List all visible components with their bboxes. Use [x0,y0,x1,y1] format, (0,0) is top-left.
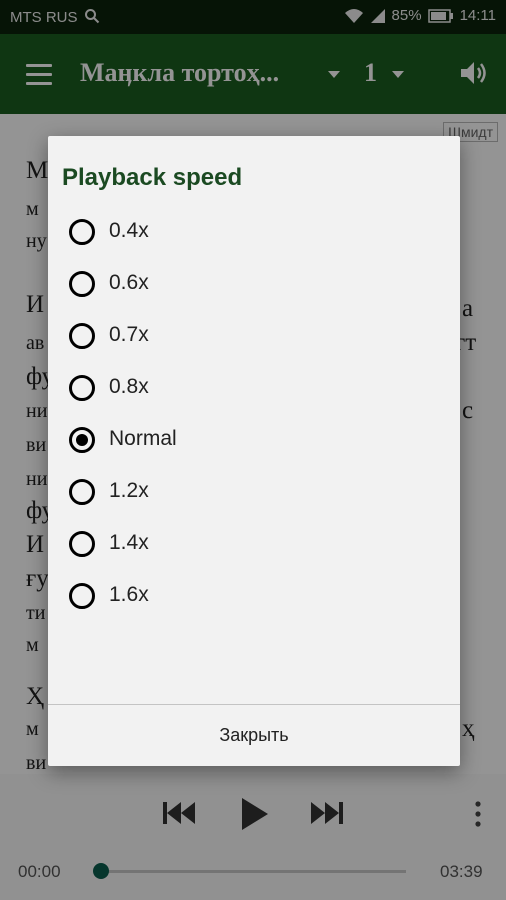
radio-checked-icon[interactable] [69,427,95,453]
radio-unchecked-icon[interactable] [69,531,95,557]
radio-unchecked-icon[interactable] [69,583,95,609]
speed-option-label: 0.7x [109,323,149,346]
radio-unchecked-icon[interactable] [69,271,95,297]
speed-option[interactable]: Normal [48,414,460,466]
speed-option-label: 0.6x [109,271,149,294]
close-button[interactable]: Закрыть [48,705,460,766]
speed-option[interactable]: 0.4x [48,206,460,258]
speed-option-label: Normal [109,427,177,450]
dialog-title: Playback speed [62,164,243,191]
speed-option[interactable]: 0.6x [48,258,460,310]
speed-option[interactable]: 0.8x [48,362,460,414]
speed-options: 0.4x 0.6x 0.7x 0.8x Normal 1.2x 1.4x 1.6x [48,206,460,622]
speed-option[interactable]: 1.2x [48,466,460,518]
speed-option-label: 1.2x [109,479,149,502]
speed-option[interactable]: 1.6x [48,570,460,622]
speed-option[interactable]: 1.4x [48,518,460,570]
radio-unchecked-icon[interactable] [69,323,95,349]
speed-option-label: 1.4x [109,531,149,554]
speed-option[interactable]: 0.7x [48,310,460,362]
speed-option-label: 0.8x [109,375,149,398]
radio-unchecked-icon[interactable] [69,375,95,401]
speed-option-label: 0.4x [109,219,149,242]
playback-speed-dialog: Playback speed 0.4x 0.6x 0.7x 0.8x Normal 1.2… [48,136,460,766]
radio-unchecked-icon[interactable] [69,219,95,245]
speed-option-label: 1.6x [109,583,149,606]
radio-unchecked-icon[interactable] [69,479,95,505]
